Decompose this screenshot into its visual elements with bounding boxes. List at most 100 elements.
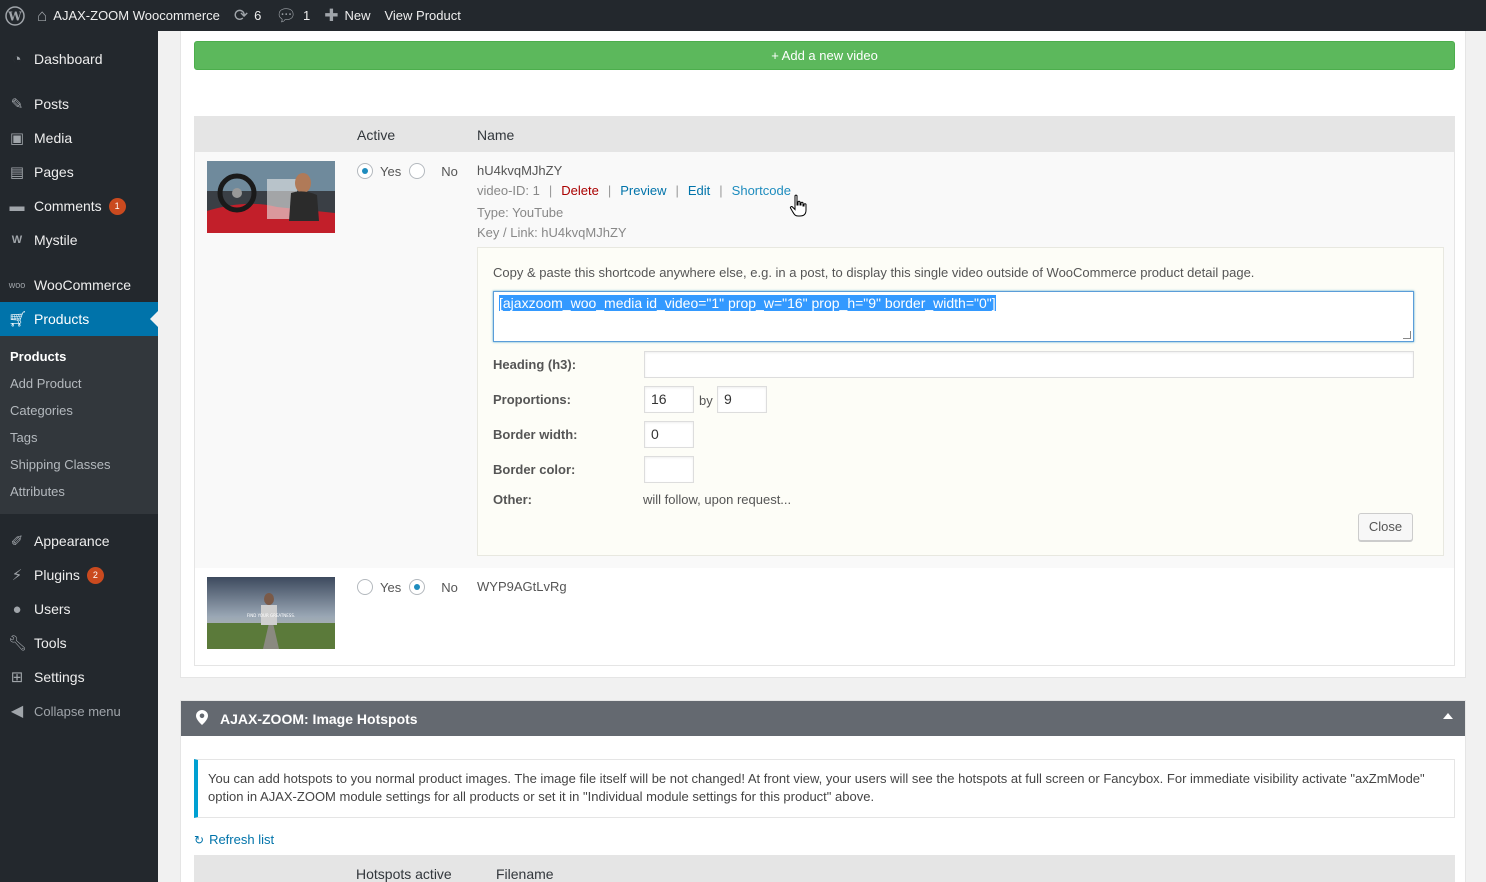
- table-row: Yes No hU4kvqMJhZY video-ID: 1 | Delete | Pr…: [195, 152, 1454, 568]
- menu-pages[interactable]: ▤ Pages: [0, 155, 158, 189]
- media-icon: ▣: [9, 130, 25, 147]
- submenu-products[interactable]: Products: [0, 343, 158, 370]
- hotspots-header[interactable]: AJAX-ZOOM: Image Hotspots: [181, 701, 1465, 736]
- plus-icon: ✚: [324, 6, 339, 25]
- admin-sidebar: ◔ Dashboard ✎ Posts ▣ Media ▤ Pages ▬ Comment…: [0, 31, 158, 882]
- active-radio-group: Yes No: [357, 163, 458, 179]
- proportion-height-input[interactable]: 9: [717, 386, 767, 413]
- menu-label: Appearance: [34, 533, 110, 549]
- collapse-toggle-icon[interactable]: [1443, 713, 1453, 719]
- wordpress-logo-icon[interactable]: W: [0, 0, 30, 31]
- comments-count: 1: [302, 8, 311, 23]
- shortcode-description: Copy & paste this shortcode anywhere els…: [493, 265, 1255, 280]
- edit-link[interactable]: Edit: [688, 183, 710, 198]
- videos-postbox: + Add a new video Active Name Yes No hU4…: [180, 31, 1466, 678]
- active-no-radio[interactable]: [409, 163, 426, 179]
- col-name: Name: [477, 127, 515, 143]
- menu-media[interactable]: ▣ Media: [0, 121, 158, 155]
- plugins-badge: 2: [86, 566, 104, 584]
- active-yes-radio[interactable]: [357, 579, 373, 595]
- video-actions: video-ID: 1 | Delete | Preview | Edit | Shortcod…: [477, 183, 791, 198]
- comments-link[interactable]: 💬︎ 1: [268, 0, 317, 31]
- resize-grip-icon[interactable]: [1403, 331, 1411, 339]
- submenu-add-product[interactable]: Add Product: [0, 370, 158, 397]
- menu-label: Media: [34, 130, 73, 146]
- submenu-categories[interactable]: Categories: [0, 397, 158, 424]
- border-color-input[interactable]: [644, 456, 694, 483]
- video-thumbnail[interactable]: FIND YOUR GREATNESS.: [207, 577, 335, 649]
- shortcode-link[interactable]: Shortcode: [732, 183, 791, 198]
- menu-label: Settings: [34, 669, 85, 685]
- menu-plugins[interactable]: ⚡︎ Plugins 2: [0, 558, 158, 592]
- video-thumbnail[interactable]: [207, 161, 335, 233]
- products-submenu: Products Add Product Categories Tags Shi…: [0, 336, 158, 514]
- submenu-attributes[interactable]: Attributes: [0, 478, 158, 505]
- no-label: No: [441, 579, 458, 595]
- menu-label: WooCommerce: [34, 277, 131, 293]
- updates-count: 6: [254, 8, 262, 23]
- view-product-label: View Product: [384, 8, 461, 23]
- yes-label: Yes: [380, 163, 402, 179]
- pushpin-icon: ✎: [10, 96, 24, 113]
- proportion-width-input[interactable]: 16: [644, 386, 694, 413]
- other-value: will follow, upon request...: [643, 492, 792, 507]
- videos-table-header: Active Name: [195, 117, 1454, 152]
- menu-products[interactable]: 🛒︎ Products: [0, 302, 158, 336]
- border-color-label: Border color:: [493, 462, 576, 477]
- refresh-label: Refresh list: [209, 832, 275, 847]
- collapse-arrow-icon: ◀: [10, 703, 24, 720]
- border-width-label: Border width:: [493, 427, 578, 442]
- new-content-link[interactable]: ✚ New: [317, 0, 377, 31]
- submenu-shipping-classes[interactable]: Shipping Classes: [0, 451, 158, 478]
- menu-woocommerce[interactable]: woo WooCommerce: [0, 268, 158, 302]
- menu-label: Collapse menu: [34, 703, 121, 719]
- active-no-radio[interactable]: [409, 579, 426, 595]
- comment-icon: ▬: [9, 197, 25, 215]
- admin-bar: W ⌂ AJAX-ZOOM Woocommerce ⟳ 6 💬︎ 1 ✚ New…: [0, 0, 1486, 31]
- comments-badge: 1: [108, 197, 126, 215]
- shortcode-textarea[interactable]: [ajaxzoom_woo_media id_video="1" prop_w=…: [493, 291, 1414, 342]
- preview-link[interactable]: Preview: [620, 183, 666, 198]
- col-hotspots-active: Hotspots active: [356, 866, 452, 882]
- menu-appearance[interactable]: ✐ Appearance: [0, 524, 158, 558]
- submenu-tags[interactable]: Tags: [0, 424, 158, 451]
- by-label: by: [699, 393, 713, 408]
- yes-label: Yes: [380, 579, 402, 595]
- border-width-input[interactable]: 0: [644, 421, 694, 448]
- updates-icon: ⟳: [233, 6, 249, 25]
- refresh-list-link[interactable]: ↻ Refresh list: [194, 832, 274, 847]
- delete-link[interactable]: Delete: [561, 183, 599, 198]
- menu-users[interactable]: ● Users: [0, 592, 158, 626]
- close-button[interactable]: Close: [1358, 513, 1413, 541]
- heading-input[interactable]: [644, 351, 1414, 378]
- user-icon: ●: [12, 600, 22, 618]
- add-video-button[interactable]: + Add a new video: [194, 41, 1455, 70]
- woocommerce-icon: woo: [8, 280, 26, 290]
- no-label: No: [441, 163, 458, 179]
- dashboard-icon: ◔: [12, 50, 22, 68]
- other-label: Other:: [493, 492, 532, 507]
- active-yes-radio[interactable]: [357, 163, 373, 179]
- menu-label: Plugins: [34, 567, 80, 583]
- menu-comments[interactable]: ▬ Comments 1: [0, 189, 158, 223]
- map-pin-icon: [196, 709, 208, 728]
- hotspots-table-header: Hotspots active Filename: [194, 855, 1455, 882]
- menu-dashboard[interactable]: ◔ Dashboard: [0, 42, 158, 76]
- refresh-icon: ↻: [194, 833, 205, 847]
- video-name: WYP9AGtLvRg: [477, 579, 567, 594]
- updates-link[interactable]: ⟳ 6: [227, 0, 268, 31]
- video-info: hU4kvqMJhZY video-ID: 1 | Delete | Preview | E…: [477, 161, 791, 243]
- cart-icon: 🛒︎: [8, 311, 28, 328]
- menu-settings[interactable]: ⊞ Settings: [0, 660, 158, 694]
- menu-posts[interactable]: ✎ Posts: [0, 87, 158, 121]
- menu-mystile[interactable]: W Mystile: [0, 223, 158, 257]
- menu-label: Comments: [34, 198, 102, 214]
- collapse-menu-button[interactable]: ◀ Collapse menu: [0, 694, 158, 728]
- site-name: AJAX-ZOOM Woocommerce: [53, 8, 220, 23]
- hand-cursor-icon: [789, 194, 807, 217]
- view-product-link[interactable]: View Product: [377, 0, 467, 31]
- menu-tools[interactable]: 🔧︎ Tools: [0, 626, 158, 660]
- thumb-caption: FIND YOUR GREATNESS.: [247, 613, 295, 618]
- menu-label: Mystile: [34, 232, 78, 248]
- site-name-link[interactable]: ⌂ AJAX-ZOOM Woocommerce: [30, 0, 227, 31]
